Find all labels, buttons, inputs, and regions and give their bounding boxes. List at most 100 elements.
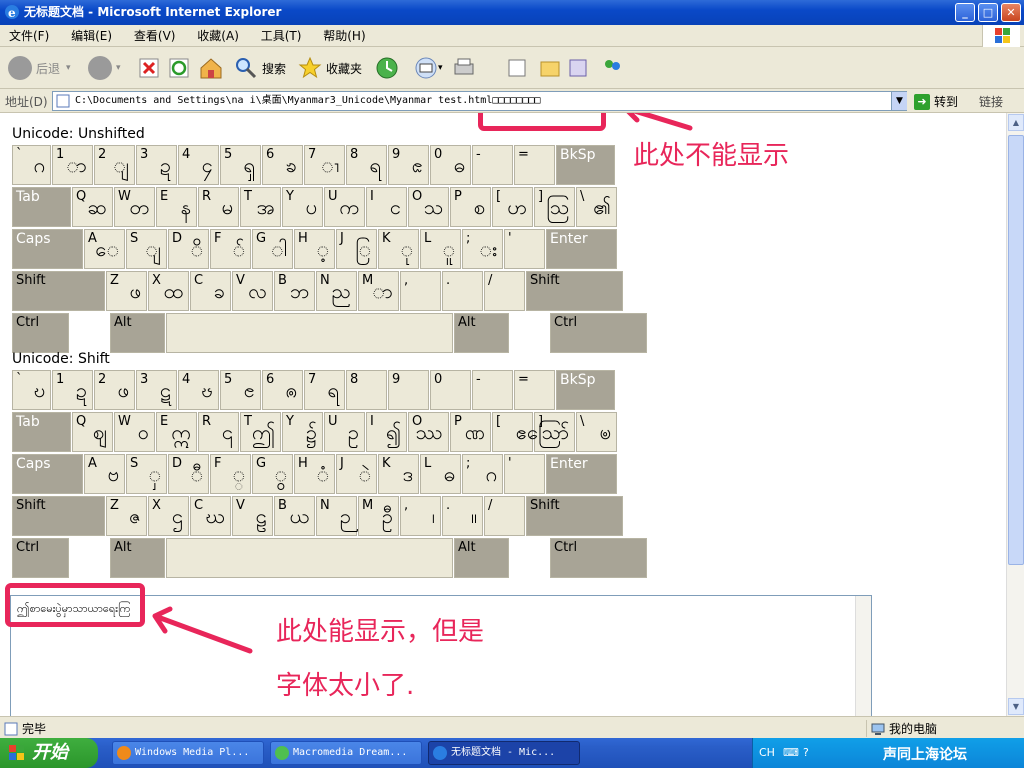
key-t[interactable]: Tအ [240, 187, 281, 227]
vertical-scrollbar[interactable]: ▲ ▼ [1006, 113, 1024, 716]
key-r[interactable]: Rမ [198, 187, 239, 227]
scroll-up-button[interactable]: ▲ [1008, 114, 1024, 131]
key-/[interactable]: / [484, 271, 525, 311]
back-button[interactable]: 后退 ▾ [8, 54, 71, 82]
key-ctrl[interactable]: Ctrl [12, 313, 69, 353]
textarea-scrollbar[interactable] [855, 596, 871, 716]
key-n[interactable]: Nဉ [316, 496, 357, 536]
key-4[interactable]: 4၄ [178, 145, 219, 185]
key-][interactable]: ] ဪ [527, 412, 575, 452]
key-`[interactable]: ` ဎ [12, 370, 51, 410]
key-9[interactable]: 9 [388, 370, 429, 410]
mail-button[interactable]: ▾ [414, 54, 443, 82]
key-l[interactable]: Lဓ [420, 454, 461, 494]
key-0[interactable]: 0ဓ [430, 145, 471, 185]
key-k[interactable]: Kု [378, 229, 419, 269]
menu-help[interactable]: 帮助(H) [314, 25, 374, 47]
menu-favorites[interactable]: 收藏(A) [188, 25, 248, 47]
address-input[interactable]: C:\Documents and Settings\na i\桌面\Myanma… [52, 91, 907, 111]
key-e[interactable]: Eန [156, 187, 197, 227]
key-bksp[interactable]: BkSp [556, 370, 615, 410]
key-b[interactable]: Bယ [274, 496, 315, 536]
scroll-down-button[interactable]: ▼ [1008, 698, 1024, 715]
key-5[interactable]: 5ၔ [220, 370, 261, 410]
key-7[interactable]: 7ၢ [304, 145, 345, 185]
key-p[interactable]: Pစ [450, 187, 491, 227]
key-shift[interactable]: Shift [526, 271, 623, 311]
key-g[interactable]: Gွ [252, 454, 293, 494]
print-button[interactable] [452, 54, 476, 82]
key-ctrl[interactable]: Ctrl [550, 313, 647, 353]
key-][interactable]: ] ဩ [534, 187, 575, 227]
key-j[interactable]: Jဲ [336, 454, 377, 494]
menu-file[interactable]: 文件(F) [0, 25, 58, 47]
key-alt[interactable]: Alt [454, 313, 509, 353]
key-v[interactable]: Vလ [232, 271, 273, 311]
keyboard-icon[interactable]: ⌨ [783, 746, 799, 759]
input-method[interactable]: CH [759, 746, 775, 759]
edit-button[interactable] [506, 54, 530, 82]
key-a[interactable]: Aေ [84, 229, 125, 269]
go-button[interactable]: ➜ 转到 [914, 93, 958, 110]
key-ctrl[interactable]: Ctrl [550, 538, 647, 578]
key-f[interactable]: F် [210, 229, 251, 269]
key-,[interactable]: , ၊ [400, 496, 441, 536]
key-s[interactable]: Sှ [126, 454, 167, 494]
key-x[interactable]: Xထ [148, 271, 189, 311]
key-i[interactable]: Iင [366, 187, 407, 227]
key-l[interactable]: Lူ [420, 229, 461, 269]
key-.[interactable]: . [442, 271, 483, 311]
key-d[interactable]: Dိ [168, 229, 209, 269]
key-q[interactable]: Qဈ [72, 412, 113, 452]
key-r[interactable]: R ၎ [198, 412, 239, 452]
key-tab[interactable]: Tab [12, 187, 71, 227]
start-button[interactable]: 开始 [0, 738, 98, 768]
key-w[interactable]: Wတ [114, 187, 155, 227]
key-enter[interactable]: Enter [546, 454, 617, 494]
key-shift[interactable]: Shift [12, 271, 105, 311]
home-button[interactable] [199, 54, 223, 82]
discuss-button[interactable] [538, 54, 562, 82]
key-space[interactable] [166, 538, 453, 578]
task-dreamweaver[interactable]: Macromedia Dream... [270, 741, 422, 765]
links-button[interactable]: 链接 [979, 93, 1003, 110]
key-=[interactable]: = [514, 145, 555, 185]
key-.[interactable]: . ။ [442, 496, 483, 536]
key-3[interactable]: 3ဋ [136, 370, 177, 410]
key-alt[interactable]: Alt [454, 538, 509, 578]
key-p[interactable]: Pဏ [450, 412, 491, 452]
key-2[interactable]: 2ဖ [94, 370, 135, 410]
key-ctrl[interactable]: Ctrl [12, 538, 69, 578]
menu-edit[interactable]: 编辑(E) [62, 25, 121, 47]
key-h[interactable]: H့ [294, 229, 335, 269]
key-e[interactable]: Eဣ [156, 412, 197, 452]
search-button[interactable]: 搜索 [234, 54, 286, 82]
key-7[interactable]: 7ရ [304, 370, 345, 410]
key-9[interactable]: 9ၕ [388, 145, 429, 185]
key-/[interactable]: / [484, 496, 525, 536]
key-a[interactable]: Aဗ [84, 454, 125, 494]
key-o[interactable]: Oသ [408, 187, 449, 227]
key-i[interactable]: I ၍ [366, 412, 407, 452]
favorites-button[interactable]: 收藏夹 [298, 54, 362, 82]
key-tab[interactable]: Tab [12, 412, 71, 452]
key-5[interactable]: 5ၡ [220, 145, 261, 185]
key-x[interactable]: Xဌ [148, 496, 189, 536]
key-z[interactable]: Zဖ [106, 271, 147, 311]
task-ie[interactable]: 无标题文档 - Mic... [428, 741, 580, 765]
key-alt[interactable]: Alt [110, 538, 165, 578]
refresh-button[interactable] [168, 54, 190, 82]
key-0[interactable]: 0 [430, 370, 471, 410]
key-2[interactable]: 2ျ [94, 145, 135, 185]
key-y[interactable]: Yပ [282, 187, 323, 227]
key-8[interactable]: 8ရ [346, 145, 387, 185]
key-d[interactable]: Dီ [168, 454, 209, 494]
key-b[interactable]: Bဘ [274, 271, 315, 311]
key-o[interactable]: Oဿ [408, 412, 449, 452]
menu-view[interactable]: 查看(V) [125, 25, 185, 47]
key-;[interactable]: ;း [462, 229, 503, 269]
key-c[interactable]: Cခ [190, 271, 231, 311]
key-;[interactable]: ; ဂ [462, 454, 503, 494]
key-1[interactable]: 1ာ [52, 145, 93, 185]
close-button[interactable]: ✕ [1001, 3, 1021, 22]
